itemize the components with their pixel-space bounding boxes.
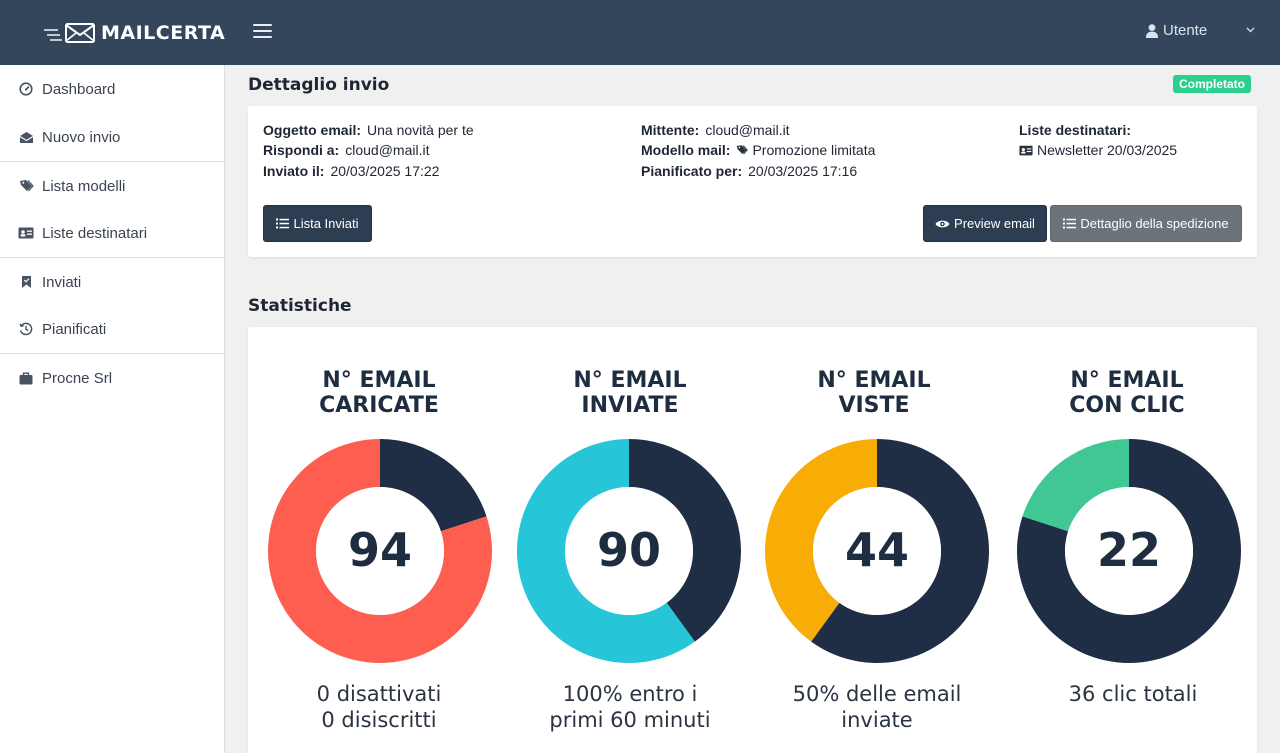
sidebar-item-dashboard[interactable]: Dashboard — [0, 69, 224, 109]
sidebar-item-lista-modelli[interactable]: Lista modelli — [0, 166, 224, 206]
stat-title-inviate: N° EMAIL INVIATE — [573, 368, 687, 418]
sender-row: Mittente: cloud@mail.it — [641, 122, 790, 138]
sent-row: Inviato il: 20/03/2025 17:22 — [263, 163, 439, 179]
tags-icon — [737, 145, 749, 155]
sidebar-item-label: Lista modelli — [42, 177, 126, 195]
clock-history-icon — [18, 321, 34, 337]
list-icon — [276, 218, 290, 229]
subject-value: Una novità per te — [367, 122, 474, 138]
stat-desc-caricate: 0 disattivati 0 disiscritti — [316, 682, 442, 732]
template-row: Modello mail: Promozione limitata — [641, 142, 875, 158]
shipping-detail-button[interactable]: Dettaglio della spedizione — [1050, 205, 1242, 242]
page-title: Dettaglio invio — [248, 75, 390, 95]
tags-icon — [18, 178, 34, 194]
sidebar-item-liste-destinatari[interactable]: Liste destinatari — [0, 213, 224, 253]
menu-toggle-icon[interactable] — [253, 24, 272, 38]
sidebar-divider — [0, 161, 224, 162]
preview-email-button[interactable]: Preview email — [923, 205, 1047, 242]
lists-label: Liste destinatari: — [1019, 122, 1132, 138]
sent-value: 20/03/2025 17:22 — [330, 163, 440, 179]
lists-row: Liste destinatari: — [1019, 122, 1137, 138]
sent-label: Inviato il: — [263, 163, 325, 179]
logo-text: MAILCERTA — [101, 22, 226, 44]
sidebar-divider — [0, 257, 224, 258]
template-value: Promozione limitata — [752, 142, 876, 158]
stats-card: N° EMAIL CARICATE 94 0 disattivati 0 disis… — [248, 327, 1257, 753]
envelope-open-icon — [18, 129, 34, 145]
stat-title-viste: N° EMAIL VISTE — [817, 368, 931, 418]
stat-desc-con-clic: 36 clic totali — [1068, 682, 1198, 706]
scheduled-label: Pianificato per: — [641, 163, 743, 179]
stat-desc-inviate: 100% entro i primi 60 minuti — [549, 682, 711, 732]
eye-icon — [935, 220, 950, 227]
shipping-detail-label: Dettaglio della spedizione — [1080, 216, 1229, 231]
sidebar-divider — [0, 353, 224, 354]
chevron-down-icon[interactable] — [1246, 25, 1255, 36]
sidebar-item-label: Pianificati — [42, 320, 107, 338]
list-icon — [1063, 218, 1077, 229]
stat-value-caricate: 94 — [347, 523, 412, 577]
envelope-logo-icon — [44, 23, 95, 43]
gauge-icon — [18, 81, 34, 97]
bookmark-icon — [18, 274, 34, 290]
user-menu[interactable]: Utente — [1146, 22, 1207, 39]
reply-value: cloud@mail.it — [345, 142, 430, 158]
sidebar-item-inviati[interactable]: Inviati — [0, 262, 224, 302]
sender-value: cloud@mail.it — [705, 122, 790, 138]
sidebar-item-label: Inviati — [42, 273, 82, 291]
sidebar-item-label: Dashboard — [42, 80, 116, 98]
detail-card: Oggetto email: Una novità per te Rispondi… — [248, 106, 1257, 257]
sidebar-item-label: Nuovo invio — [42, 128, 121, 146]
template-label: Modello mail: — [641, 142, 731, 158]
sidebar: Dashboard Nuovo invio Lista modelli List… — [0, 65, 225, 753]
scheduled-row: Pianificato per: 20/03/2025 17:16 — [641, 163, 857, 179]
app-logo[interactable]: MAILCERTA — [44, 20, 225, 46]
reply-label: Rispondi a: — [263, 142, 340, 158]
status-badge: Completato — [1173, 75, 1251, 93]
stat-value-inviate: 90 — [596, 523, 661, 577]
stat-value-con-clic: 22 — [1096, 523, 1161, 577]
top-bar: MAILCERTA Utente — [0, 0, 1280, 65]
sidebar-item-label: Liste destinatari — [42, 224, 148, 242]
stat-value-viste: 44 — [844, 523, 909, 577]
lists-value-row: Newsletter 20/03/2025 — [1019, 142, 1177, 158]
reply-row: Rispondi a: cloud@mail.it — [263, 142, 429, 158]
lists-value[interactable]: Newsletter 20/03/2025 — [1037, 142, 1177, 158]
sender-label: Mittente: — [641, 122, 700, 138]
scheduled-value: 20/03/2025 17:16 — [748, 163, 858, 179]
sent-list-button[interactable]: Lista Inviati — [263, 205, 372, 242]
briefcase-icon — [18, 370, 34, 386]
subject-label: Oggetto email: — [263, 122, 362, 138]
sidebar-item-label: Procne Srl — [42, 369, 113, 387]
stat-title-caricate: N° EMAIL CARICATE — [319, 368, 439, 418]
address-card-icon — [1019, 145, 1033, 156]
stats-title: Statistiche — [248, 296, 352, 316]
preview-email-label: Preview email — [954, 216, 1035, 231]
sidebar-item-procne-srl[interactable]: Procne Srl — [0, 358, 224, 398]
subject-row: Oggetto email: Una novità per te — [263, 122, 474, 138]
user-name: Utente — [1163, 22, 1208, 39]
user-icon — [1146, 23, 1158, 38]
sidebar-item-pianificati[interactable]: Pianificati — [0, 309, 224, 349]
stat-title-con-clic: N° EMAIL CON CLIC — [1069, 368, 1185, 418]
stat-desc-viste: 50% delle email inviate — [792, 682, 962, 732]
address-card-icon — [18, 225, 34, 241]
sidebar-item-nuovo-invio[interactable]: Nuovo invio — [0, 117, 224, 157]
sent-list-label: Lista Inviati — [293, 216, 359, 231]
